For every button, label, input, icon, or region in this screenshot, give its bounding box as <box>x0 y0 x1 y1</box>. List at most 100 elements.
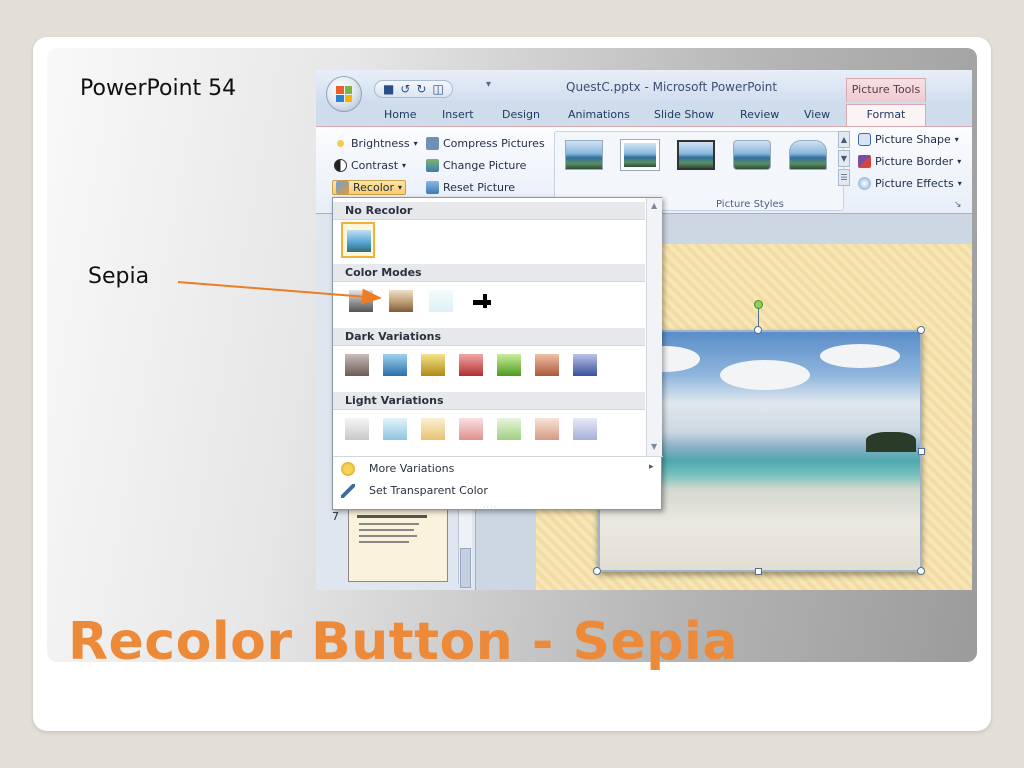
palm-trees <box>866 432 916 452</box>
palette-icon <box>341 462 355 476</box>
office-button[interactable] <box>326 76 362 112</box>
sepia-callout: Sepia <box>88 264 150 289</box>
brightness-button[interactable]: Brightness ▾ <box>334 137 418 150</box>
gallery-more-icon[interactable]: ☰ <box>838 169 850 186</box>
powerpoint-window: ■ ↺ ↻ ◫ ▾ QuestC.pptx - Microsoft PowerP… <box>316 70 972 590</box>
tab-review[interactable]: Review <box>740 108 779 121</box>
rotation-handle[interactable] <box>754 300 763 309</box>
contrast-label: Contrast <box>351 159 399 172</box>
resize-handle[interactable] <box>917 326 925 334</box>
tab-format[interactable]: Format <box>846 104 926 126</box>
light-variation-swatch[interactable] <box>417 414 447 442</box>
menu-scrollbar[interactable]: ▲ ▼ <box>646 198 662 456</box>
print-preview-icon[interactable]: ◫ <box>432 82 443 96</box>
recolor-label: Recolor <box>353 181 395 194</box>
eyedropper-icon <box>341 484 355 498</box>
cloud <box>720 360 810 390</box>
scrollbar-thumb[interactable] <box>460 548 471 588</box>
sepia-swatch[interactable] <box>385 286 415 314</box>
change-picture-label: Change Picture <box>443 159 527 172</box>
scroll-up-icon[interactable]: ▲ <box>838 131 850 148</box>
compress-icon <box>426 137 439 150</box>
sun-icon <box>334 137 347 150</box>
recolor-button[interactable]: Recolor ▾ <box>332 180 407 195</box>
shape-icon <box>858 133 871 146</box>
picture-effects-button[interactable]: Picture Effects ▾ <box>858 177 962 190</box>
no-recolor-swatch[interactable] <box>341 222 375 258</box>
quick-access-toolbar: ■ ↺ ↻ ◫ <box>374 80 453 98</box>
dialog-launcher-icon[interactable]: ↘ <box>954 200 962 210</box>
scroll-down-icon[interactable]: ▼ <box>838 150 850 167</box>
effects-icon <box>858 177 871 190</box>
style-thumb[interactable] <box>789 140 827 170</box>
change-picture-button[interactable]: Change Picture <box>426 159 526 172</box>
picture-shape-button[interactable]: Picture Shape ▾ <box>858 133 959 146</box>
more-variations-item[interactable]: More Variations ▸ <box>333 458 663 480</box>
tab-animations[interactable]: Animations <box>568 108 630 121</box>
resize-handle[interactable] <box>754 326 762 334</box>
tab-slide-show[interactable]: Slide Show <box>654 108 714 121</box>
contrast-button[interactable]: Contrast ▾ <box>334 159 406 172</box>
undo-icon[interactable]: ↺ <box>400 82 410 96</box>
redo-icon[interactable]: ↻ <box>416 82 426 96</box>
washout-swatch[interactable] <box>425 286 455 314</box>
picture-format-group: Picture Shape ▾ Picture Border ▾ Picture… <box>854 133 972 197</box>
resize-grip-icon[interactable]: ···· <box>483 503 497 512</box>
style-thumb[interactable] <box>677 140 715 170</box>
tab-insert[interactable]: Insert <box>442 108 474 121</box>
light-variation-swatch[interactable] <box>341 414 371 442</box>
light-variation-swatch[interactable] <box>455 414 485 442</box>
resize-handle[interactable] <box>755 568 762 575</box>
save-icon[interactable]: ■ <box>383 82 394 96</box>
light-variation-swatch[interactable] <box>569 414 599 442</box>
tab-design[interactable]: Design <box>502 108 540 121</box>
chevron-down-icon: ▾ <box>957 157 962 166</box>
recolor-icon <box>336 181 349 194</box>
no-recolor-heading: No Recolor <box>333 202 645 220</box>
tab-view[interactable]: View <box>804 108 830 121</box>
dark-variation-swatch[interactable] <box>455 350 485 378</box>
dark-variation-swatch[interactable] <box>417 350 447 378</box>
grayscale-swatch[interactable] <box>345 286 375 314</box>
set-transparent-color-item[interactable]: Set Transparent Color <box>333 480 663 502</box>
resize-handle[interactable] <box>917 567 925 575</box>
brightness-label: Brightness <box>351 137 410 150</box>
picture-border-button[interactable]: Picture Border ▾ <box>858 155 961 168</box>
style-thumb[interactable] <box>565 140 603 170</box>
gallery-scroll[interactable]: ▲ ▼ ☰ <box>838 131 850 187</box>
black-and-white-swatch[interactable] <box>465 286 495 314</box>
dark-variation-swatch[interactable] <box>569 350 599 378</box>
submenu-arrow-icon: ▸ <box>649 462 654 472</box>
reset-picture-icon <box>426 181 439 194</box>
color-modes-heading: Color Modes <box>333 264 645 282</box>
scroll-down-icon[interactable]: ▼ <box>651 442 657 451</box>
office-logo-icon <box>336 86 352 102</box>
light-variation-swatch[interactable] <box>379 414 409 442</box>
style-thumb[interactable] <box>620 139 660 171</box>
chevron-down-icon: ▾ <box>954 135 959 144</box>
light-variation-swatch[interactable] <box>531 414 561 442</box>
more-variations-label: More Variations <box>369 462 455 475</box>
dark-variation-swatch[interactable] <box>531 350 561 378</box>
compress-pictures-button[interactable]: Compress Pictures <box>426 137 545 150</box>
change-picture-icon <box>426 159 439 172</box>
pencil-icon <box>858 155 871 168</box>
tab-home[interactable]: Home <box>384 108 416 121</box>
light-variation-swatch[interactable] <box>493 414 523 442</box>
slide-title: Recolor Button - Sepia <box>68 612 738 672</box>
style-thumb[interactable] <box>733 140 771 170</box>
picture-effects-label: Picture Effects <box>875 177 954 190</box>
resize-handle[interactable] <box>593 567 601 575</box>
dark-variation-swatch[interactable] <box>493 350 523 378</box>
cloud <box>820 344 900 368</box>
picture-tools-context-tab: Picture Tools <box>846 78 926 102</box>
resize-handle[interactable] <box>918 448 925 455</box>
slide-thumbnail[interactable] <box>348 506 448 582</box>
dark-variation-swatch[interactable] <box>379 350 409 378</box>
customize-qat-icon[interactable]: ▾ <box>486 79 491 90</box>
title-bar: ■ ↺ ↻ ◫ ▾ QuestC.pptx - Microsoft PowerP… <box>316 70 972 104</box>
scroll-up-icon[interactable]: ▲ <box>651 201 657 210</box>
chevron-down-icon: ▾ <box>398 183 403 192</box>
dark-variation-swatch[interactable] <box>341 350 371 378</box>
reset-picture-button[interactable]: Reset Picture <box>426 181 515 194</box>
